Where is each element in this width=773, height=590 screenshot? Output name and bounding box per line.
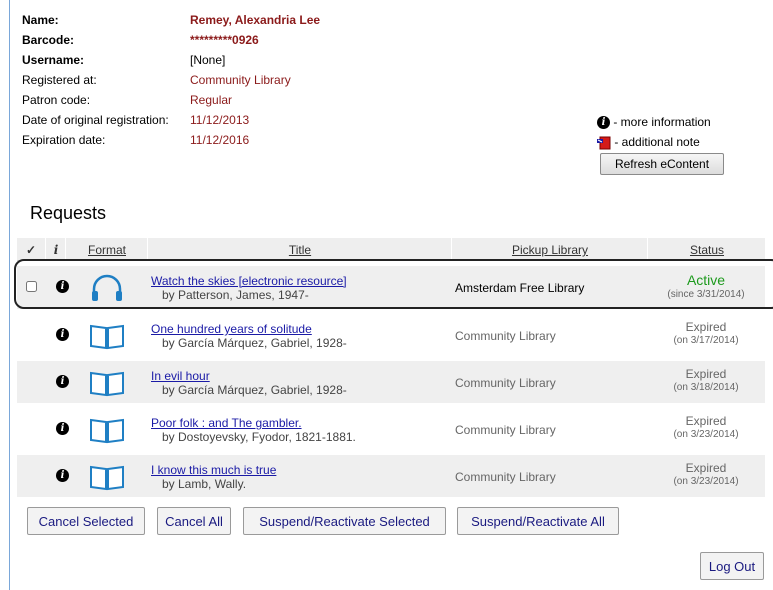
pickup-library: Community Library	[455, 329, 556, 343]
title-link[interactable]: Poor folk : and The gambler.	[151, 416, 356, 430]
book-icon	[90, 418, 124, 444]
col-title-header[interactable]: Title	[147, 238, 452, 260]
col-pickup-header[interactable]: Pickup Library	[451, 238, 648, 260]
left-border	[9, 0, 10, 590]
status-cell: Active (since 3/31/2014)	[647, 272, 765, 302]
refresh-econtent-button[interactable]: Refresh eContent	[600, 153, 724, 175]
status-label: Expired	[685, 414, 727, 428]
suspend-reactivate-selected-button[interactable]: Suspend/Reactivate Selected	[243, 507, 446, 535]
patron-code-label: Patron code:	[22, 93, 91, 107]
patron-registered-row: Registered at: Community Library	[22, 70, 291, 90]
author: by García Márquez, Gabriel, 1928-	[162, 336, 347, 350]
legend-note-row: - additional note	[597, 132, 711, 152]
legend-info-row: i - more information	[597, 112, 711, 132]
info-icon: i	[597, 116, 610, 130]
patron-name: Remey, Alexandria Lee	[190, 13, 321, 27]
expiration-date: 11/12/2016	[190, 133, 250, 147]
status-label: Expired	[685, 461, 727, 475]
orig-registration-date: 11/12/2013	[190, 113, 250, 127]
author: by Patterson, James, 1947-	[162, 288, 309, 302]
info-icon[interactable]: i	[56, 280, 69, 293]
book-icon	[90, 371, 124, 397]
info-icon[interactable]: i	[56, 422, 69, 435]
col-status-header[interactable]: Status	[647, 238, 766, 260]
status-label: Expired	[685, 367, 727, 381]
status-date: (on 3/17/2014)	[673, 335, 739, 346]
info-icon[interactable]: i	[56, 328, 69, 341]
author: by García Márquez, Gabriel, 1928-	[162, 383, 347, 397]
name-label: Name:	[22, 13, 59, 27]
pickup-library: Community Library	[455, 423, 556, 437]
status-cell: Expired (on 3/23/2014)	[647, 414, 765, 442]
patron-name-row: Name: Remey, Alexandria Lee	[22, 10, 320, 30]
status-date: (on 3/23/2014)	[673, 429, 739, 440]
status-cell: Expired (on 3/18/2014)	[647, 367, 765, 395]
title-cell: One hundred years of solitude by García …	[151, 322, 347, 351]
pickup-library: Amsterdam Free Library	[455, 281, 585, 295]
status-date: (since 3/31/2014)	[667, 289, 745, 300]
status-label: Expired	[685, 320, 727, 334]
book-icon	[90, 465, 124, 491]
status-date: (on 3/18/2014)	[673, 382, 739, 393]
requests-table: ✓ i Format Title Pickup Library Status i…	[17, 238, 765, 497]
patron-username: [None]	[190, 53, 226, 67]
title-cell: I know this much is true by Lamb, Wally.	[151, 463, 276, 492]
author: by Dostoyevsky, Fyodor, 1821-1881.	[162, 430, 356, 444]
table-row: i Watch the skies [electronic resource] …	[17, 266, 765, 309]
title-cell: Watch the skies [electronic resource] by…	[151, 274, 347, 303]
table-row: i One hundred years of solitude by Garcí…	[17, 314, 765, 356]
patron-username-row: Username: [None]	[22, 50, 225, 70]
row-select-checkbox[interactable]	[26, 281, 37, 292]
col-format-header[interactable]: Format	[65, 238, 148, 260]
patron-exp-row: Expiration date: 11/12/2016	[22, 130, 249, 150]
patron-barcode: *********0926	[190, 33, 259, 47]
table-row: i I know this much is true by Lamb, Wall…	[17, 455, 765, 497]
legend-info-text: - more information	[613, 115, 711, 129]
status-date: (on 3/23/2014)	[673, 476, 739, 487]
patron-registered: Community Library	[190, 73, 291, 87]
info-icon[interactable]: i	[56, 469, 69, 482]
cancel-selected-button[interactable]: Cancel Selected	[27, 507, 145, 535]
legend-note-text: - additional note	[614, 135, 700, 149]
title-link[interactable]: In evil hour	[151, 369, 347, 383]
title-link[interactable]: Watch the skies [electronic resource]	[151, 274, 347, 288]
col-check-header: ✓	[25, 243, 37, 257]
patron-code: Regular	[190, 93, 233, 107]
pickup-library: Community Library	[455, 470, 556, 484]
table-row: i In evil hour by García Márquez, Gabrie…	[17, 361, 765, 403]
col-info-header: i	[45, 238, 66, 260]
suspend-reactivate-all-button[interactable]: Suspend/Reactivate All	[457, 507, 619, 535]
patron-info: Name: Remey, Alexandria Lee Barcode: ***…	[22, 10, 320, 150]
title-link[interactable]: I know this much is true	[151, 463, 276, 477]
expiration-label: Expiration date:	[22, 133, 106, 147]
patron-barcode-row: Barcode: *********0926	[22, 30, 259, 50]
title-link[interactable]: One hundred years of solitude	[151, 322, 347, 336]
status-cell: Expired (on 3/17/2014)	[647, 320, 765, 348]
title-cell: Poor folk : and The gambler. by Dostoyev…	[151, 416, 356, 445]
cancel-all-button[interactable]: Cancel All	[157, 507, 231, 535]
orig-registration-label: Date of original registration:	[22, 113, 169, 127]
pickup-library: Community Library	[455, 376, 556, 390]
table-header: ✓ i Format Title Pickup Library Status	[17, 238, 765, 261]
patron-code-row: Patron code: Regular	[22, 90, 232, 110]
status-cell: Expired (on 3/23/2014)	[647, 461, 765, 489]
info-icon[interactable]: i	[56, 375, 69, 388]
barcode-label: Barcode:	[22, 33, 75, 47]
log-out-button[interactable]: Log Out	[700, 552, 764, 580]
icon-legend: i - more information - additional note	[597, 112, 711, 152]
note-icon	[597, 136, 611, 150]
book-icon	[90, 324, 124, 350]
status-label: Active	[686, 272, 726, 288]
username-label: Username:	[22, 53, 85, 67]
table-row: i Poor folk : and The gambler. by Dostoy…	[17, 408, 765, 450]
registered-label: Registered at:	[22, 73, 97, 87]
headphones-icon	[92, 274, 122, 301]
title-cell: In evil hour by García Márquez, Gabriel,…	[151, 369, 347, 398]
author: by Lamb, Wally.	[162, 477, 247, 491]
patron-orig-row: Date of original registration: 11/12/201…	[22, 110, 249, 130]
requests-heading: Requests	[30, 203, 107, 223]
